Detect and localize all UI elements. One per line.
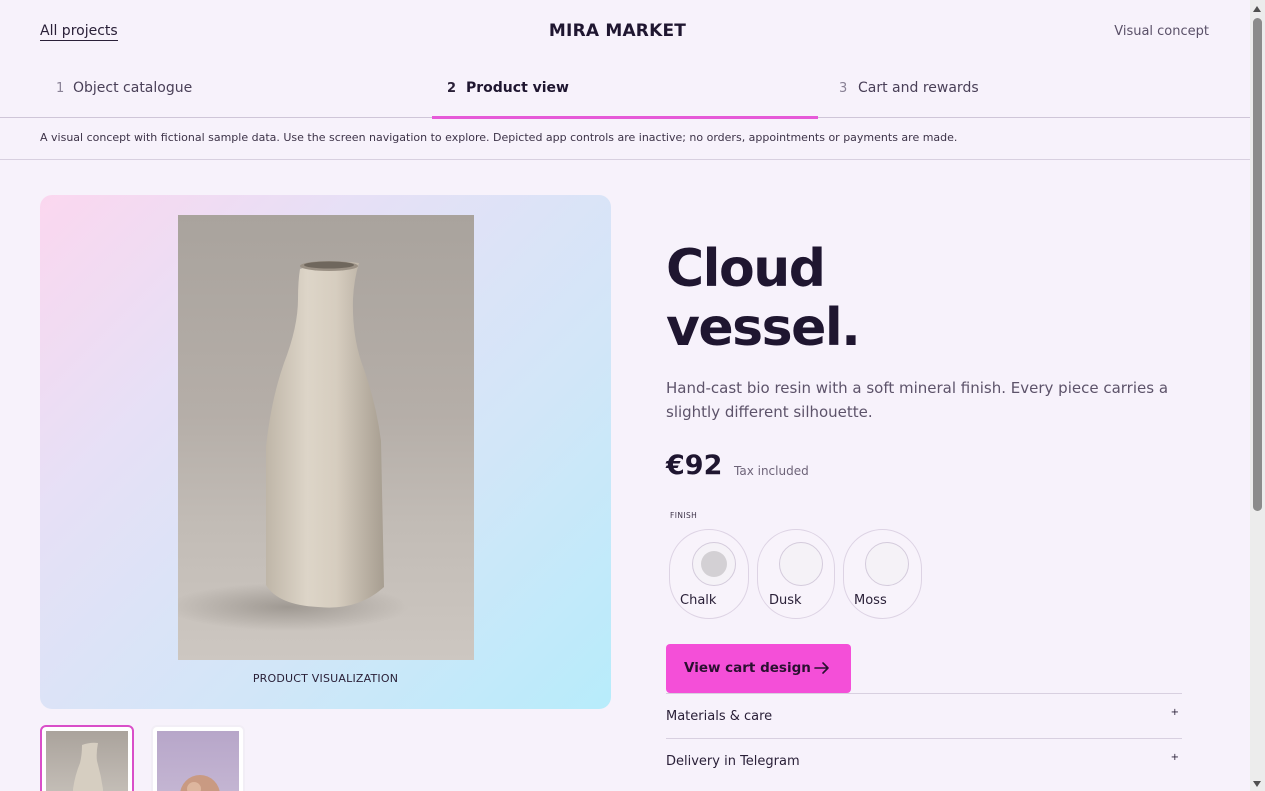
- tax-note: Tax included: [734, 464, 809, 478]
- cta-label: View cart design: [684, 660, 811, 676]
- scrollbar-thumb[interactable]: [1253, 18, 1262, 511]
- tab-label: Product view: [466, 80, 569, 96]
- arrow-right-icon: [814, 661, 830, 679]
- page: All projects MIRA MARKET Visual concept …: [0, 0, 1250, 791]
- dusk-swatch: [779, 542, 823, 586]
- thumbnail-sphere[interactable]: [151, 725, 245, 791]
- product-media-panel: PRODUCT VISUALIZATION: [40, 195, 611, 709]
- page-scrollbar[interactable]: [1250, 0, 1265, 791]
- top-bar: All projects MIRA MARKET Visual concept: [0, 0, 1250, 62]
- finish-label: FINISH: [670, 511, 698, 520]
- brand-title: MIRA MARKET: [548, 21, 687, 41]
- thumbnail-vase[interactable]: [40, 725, 134, 791]
- scroll-down-arrow-icon[interactable]: [1253, 781, 1261, 787]
- tab-number: 1: [56, 81, 65, 96]
- media-caption: PRODUCT VISUALIZATION: [252, 672, 399, 685]
- product-price: €92: [666, 450, 723, 481]
- tab-number: 3: [839, 81, 848, 96]
- tab-label: Object catalogue: [73, 80, 193, 96]
- accordion-label: Delivery in Telegram: [666, 754, 800, 769]
- finish-name: Dusk: [769, 593, 802, 608]
- accordion-label: Materials & care: [666, 709, 773, 724]
- concept-notice: A visual concept with fictional sample d…: [0, 118, 1250, 160]
- finish-option-dusk[interactable]: Dusk: [757, 529, 835, 619]
- product-description: Hand-cast bio resin with a soft mineral …: [666, 379, 1169, 421]
- tab-label: Cart and rewards: [858, 80, 979, 96]
- view-cart-design-button[interactable]: View cart design: [666, 644, 851, 693]
- notice-text: A visual concept with fictional sample d…: [40, 131, 958, 144]
- finish-name: Chalk: [680, 593, 717, 608]
- accordion-delivery-telegram[interactable]: Delivery in Telegram +: [666, 738, 1182, 784]
- moss-swatch: [865, 542, 909, 586]
- finish-option-chalk[interactable]: Chalk: [669, 529, 749, 619]
- plus-icon: +: [1170, 752, 1179, 763]
- tab-cart-and-rewards[interactable]: 3 Cart and rewards: [818, 62, 1204, 118]
- product-title: Cloud vessel.: [666, 239, 861, 358]
- finish-option-moss[interactable]: Moss: [843, 529, 922, 619]
- tab-product-view[interactable]: 2 Product view: [432, 62, 818, 119]
- scroll-up-arrow-icon[interactable]: [1253, 6, 1261, 12]
- product-image: [178, 215, 474, 660]
- accordion-materials-care[interactable]: Materials & care +: [666, 693, 1182, 739]
- chalk-swatch: [692, 542, 736, 586]
- plus-icon: +: [1170, 707, 1179, 718]
- tab-object-catalogue[interactable]: 1 Object catalogue: [46, 62, 432, 118]
- tab-number: 2: [447, 81, 457, 96]
- step-tabs: 1 Object catalogue 2 Product view 3 Cart…: [0, 62, 1250, 119]
- finish-name: Moss: [854, 593, 887, 608]
- visual-concept-label: Visual concept: [1114, 24, 1209, 39]
